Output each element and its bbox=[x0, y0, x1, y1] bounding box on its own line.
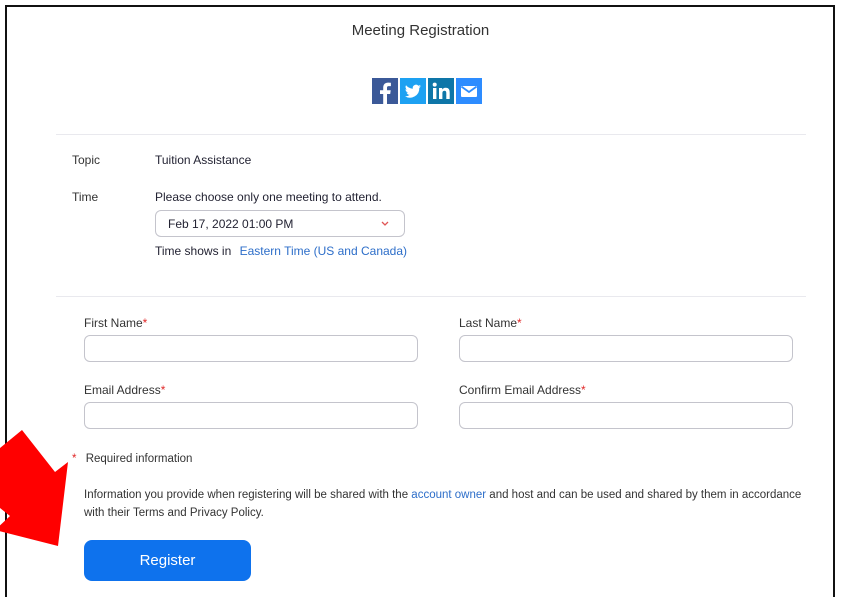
required-marker: * bbox=[72, 453, 77, 465]
selected-time: Feb 17, 2022 01:00 PM bbox=[168, 216, 294, 231]
linkedin-icon[interactable] bbox=[428, 78, 454, 104]
last-name-field[interactable] bbox=[459, 335, 793, 362]
required-marker: * bbox=[142, 316, 148, 330]
email-icon[interactable] bbox=[456, 78, 482, 104]
timezone-link[interactable]: Eastern Time (US and Canada) bbox=[240, 244, 407, 258]
confirm-email-label: Confirm Email Address* bbox=[459, 383, 586, 397]
privacy-notice: Information you provide when registering… bbox=[84, 489, 802, 519]
page-title: Meeting Registration bbox=[351, 22, 490, 39]
divider bbox=[56, 296, 806, 297]
timezone-row: Time shows in Eastern Time (US and Canad… bbox=[155, 244, 407, 258]
share-bar bbox=[372, 78, 482, 104]
first-name-label: First Name* bbox=[84, 316, 148, 330]
topic-value: Tuition Assistance bbox=[155, 153, 252, 167]
required-marker: * bbox=[517, 316, 522, 330]
time-instruction: Please choose only one meeting to attend… bbox=[155, 190, 382, 204]
email-label: Email Address* bbox=[84, 383, 166, 397]
divider bbox=[56, 134, 806, 135]
chevron-down-icon bbox=[380, 217, 390, 231]
first-name-field[interactable] bbox=[84, 335, 418, 362]
email-field[interactable] bbox=[84, 402, 418, 429]
facebook-icon[interactable] bbox=[372, 78, 398, 104]
required-marker: * bbox=[581, 383, 586, 397]
account-owner-link[interactable]: account owner bbox=[411, 489, 486, 501]
arrow-annotation-icon bbox=[0, 430, 68, 546]
confirm-email-field[interactable] bbox=[459, 402, 793, 429]
topic-label: Topic bbox=[72, 153, 101, 167]
register-button[interactable]: Register bbox=[84, 540, 251, 581]
required-marker: * bbox=[160, 383, 166, 397]
last-name-label: Last Name* bbox=[459, 316, 522, 330]
required-note: * Required information bbox=[72, 453, 193, 465]
time-label: Time bbox=[72, 190, 99, 204]
timezone-prefix: Time shows in bbox=[155, 244, 232, 258]
meeting-time-select[interactable]: Feb 17, 2022 01:00 PM bbox=[155, 210, 405, 237]
twitter-icon[interactable] bbox=[400, 78, 426, 104]
